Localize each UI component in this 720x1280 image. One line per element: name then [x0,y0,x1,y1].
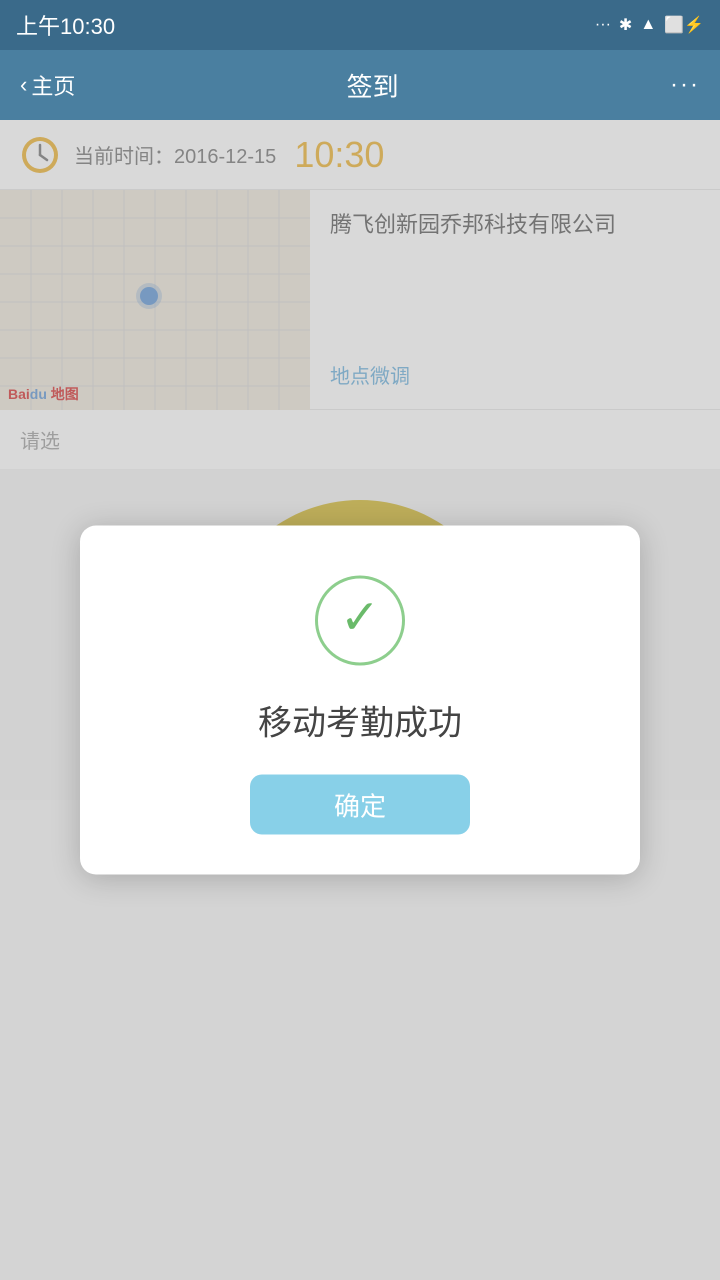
battery-icon: ⬜⚡ [664,15,704,35]
confirm-button[interactable]: 确定 [250,775,470,835]
nav-bar: ‹ 主页 签到 ··· [0,50,720,120]
back-label: 主页 [31,69,75,101]
success-dialog: ✓ 移动考勤成功 确定 [80,526,640,875]
bluetooth-icon: ✱ [619,15,632,35]
success-circle: ✓ [315,576,405,666]
wifi-icon: ▲ [640,16,656,34]
status-bar: 上午10:30 ··· ✱ ▲ ⬜⚡ [0,0,720,50]
main-content: 当前时间：2016-12-15 10:30 [0,120,720,1280]
more-button[interactable]: ··· [670,71,700,99]
back-chevron-icon: ‹ [20,72,27,98]
status-icons: ··· ✱ ▲ ⬜⚡ [595,15,704,35]
status-time: 上午10:30 [16,9,115,41]
checkmark-icon: ✓ [340,595,380,643]
success-message: 移动考勤成功 [258,696,462,745]
page-title: 签到 [347,67,399,104]
signal-icon: ··· [595,16,611,34]
back-button[interactable]: ‹ 主页 [20,69,75,101]
